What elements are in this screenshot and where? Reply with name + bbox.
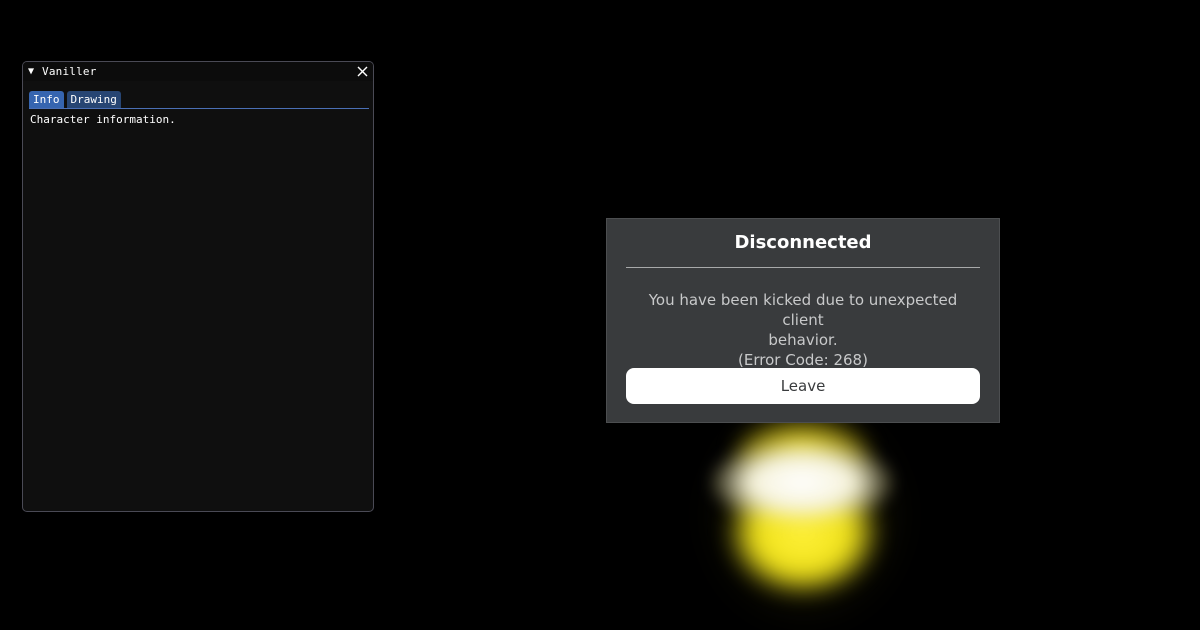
tab-drawing[interactable]: Drawing: [66, 91, 121, 108]
tab-info[interactable]: Info: [29, 91, 64, 108]
window-content: Character information.: [23, 109, 373, 131]
tab-bar: Info Drawing: [29, 87, 369, 109]
light-glow-highlight: [712, 440, 892, 525]
dialog-message-line: behavior.: [768, 331, 838, 349]
info-text: Character information.: [30, 113, 176, 126]
light-glow-halo: [700, 400, 910, 630]
dialog-title: Disconnected: [734, 232, 872, 253]
vaniller-window[interactable]: ▼ Vaniller Info Drawing Character inform…: [22, 61, 374, 512]
tab-label: Drawing: [70, 93, 117, 106]
dialog-divider: [626, 267, 980, 268]
disconnected-dialog: Disconnected You have been kicked due to…: [606, 218, 1000, 423]
game-viewport[interactable]: ▼ Vaniller Info Drawing Character inform…: [0, 0, 1200, 630]
window-title: Vaniller: [42, 65, 97, 78]
triangle-down-icon[interactable]: ▼: [28, 66, 40, 77]
error-code-text: (Error Code: 268): [738, 351, 868, 369]
leave-button[interactable]: Leave: [626, 368, 980, 404]
light-glow-top: [735, 418, 870, 488]
window-titlebar[interactable]: ▼ Vaniller: [23, 62, 373, 81]
close-icon[interactable]: [355, 64, 369, 78]
dialog-message-line: You have been kicked due to unexpected c…: [648, 291, 958, 329]
light-glow-core: [728, 470, 878, 595]
dialog-message: You have been kicked due to unexpected c…: [627, 290, 979, 370]
tab-label: Info: [33, 93, 60, 106]
